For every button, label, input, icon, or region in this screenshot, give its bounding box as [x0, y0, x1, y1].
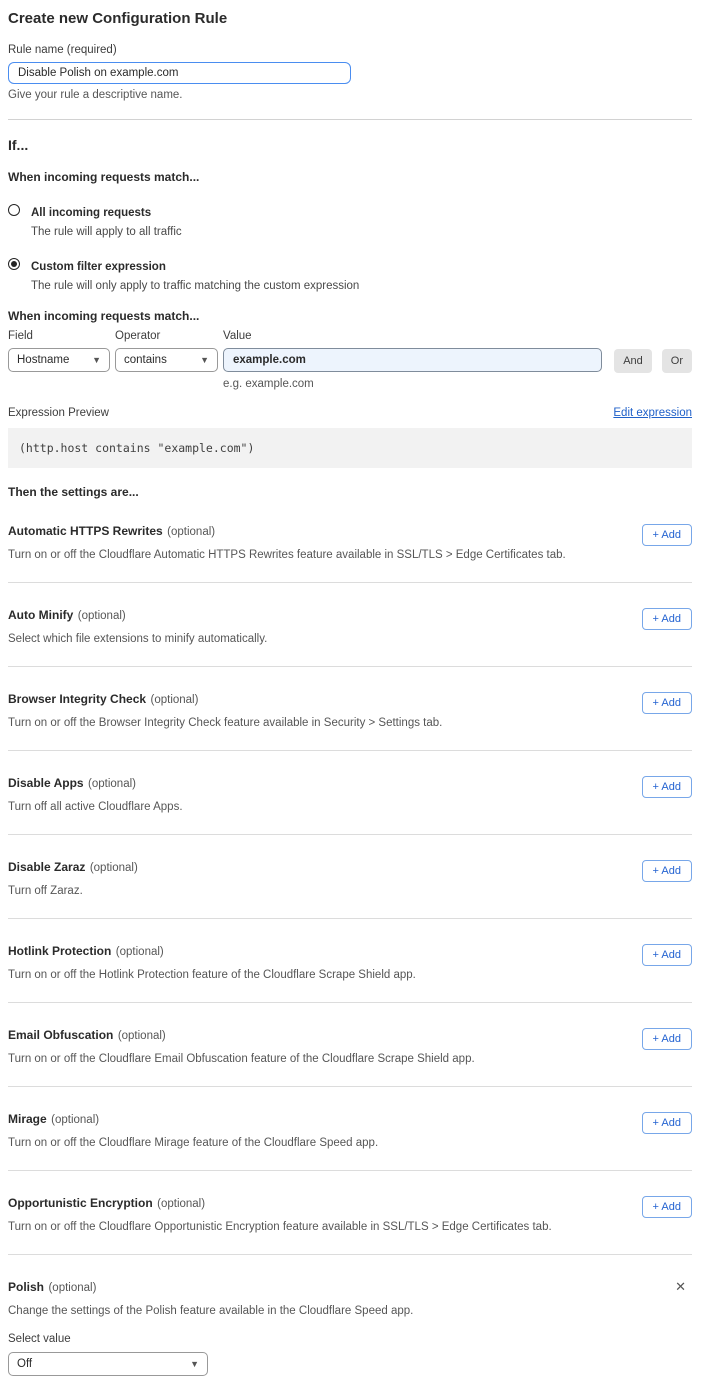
and-button[interactable]: And: [614, 349, 652, 373]
edit-expression-link[interactable]: Edit expression: [613, 407, 692, 419]
optional-tag: (optional): [157, 1198, 205, 1210]
radio-unselected-icon[interactable]: [8, 204, 20, 216]
setting-description: Turn on or off the Cloudflare Opportunis…: [8, 1221, 552, 1233]
add-button[interactable]: + Add: [642, 860, 692, 882]
setting-description: Change the settings of the Polish featur…: [8, 1305, 692, 1317]
add-button[interactable]: + Add: [642, 1196, 692, 1218]
optional-tag: (optional): [118, 1030, 166, 1042]
radio-custom-filter-expression[interactable]: Custom filter expression The rule will o…: [8, 257, 692, 292]
chevron-down-icon: ▼: [200, 356, 209, 365]
section-divider: [8, 119, 692, 120]
add-button[interactable]: + Add: [642, 944, 692, 966]
setting-row-opportunistic-encryption: Opportunistic Encryption (optional) Turn…: [8, 1171, 692, 1255]
setting-row-disable-apps: Disable Apps (optional) Turn off all act…: [8, 751, 692, 835]
rule-name-label: Rule name (required): [8, 44, 692, 56]
create-configuration-rule-page: Create new Configuration Rule Rule name …: [0, 0, 705, 1376]
setting-title: Automatic HTTPS Rewrites: [8, 524, 163, 538]
setting-description: Select which file extensions to minify a…: [8, 633, 267, 645]
optional-tag: (optional): [167, 526, 215, 538]
radio-description: The rule will apply to all traffic: [31, 226, 182, 238]
optional-tag: (optional): [48, 1282, 96, 1294]
select-value-label: Select value: [8, 1333, 692, 1345]
matcher-subhead: When incoming requests match...: [8, 309, 692, 323]
radio-label: All incoming requests: [31, 207, 151, 219]
setting-description: Turn on or off the Browser Integrity Che…: [8, 717, 442, 729]
or-button[interactable]: Or: [662, 349, 692, 373]
setting-description: Turn on or off the Cloudflare Mirage fea…: [8, 1137, 378, 1149]
chevron-down-icon: ▼: [92, 356, 101, 365]
operator-select-value: contains: [124, 354, 167, 366]
add-button[interactable]: + Add: [642, 1112, 692, 1134]
add-button[interactable]: + Add: [642, 608, 692, 630]
optional-tag: (optional): [151, 694, 199, 706]
matcher-row: Field Hostname ▼ Operator contains ▼ Val…: [8, 330, 692, 390]
value-help: e.g. example.com: [223, 378, 602, 390]
field-select-value: Hostname: [17, 354, 69, 366]
rule-name-input[interactable]: [8, 62, 351, 84]
then-settings-heading: Then the settings are...: [8, 485, 692, 499]
setting-row-disable-zaraz: Disable Zaraz (optional) Turn off Zaraz.…: [8, 835, 692, 919]
setting-title: Disable Apps: [8, 776, 84, 790]
add-button[interactable]: + Add: [642, 776, 692, 798]
setting-title: Disable Zaraz: [8, 860, 85, 874]
setting-title: Hotlink Protection: [8, 944, 111, 958]
setting-title: Opportunistic Encryption: [8, 1196, 153, 1210]
incoming-requests-subhead: When incoming requests match...: [8, 170, 692, 184]
setting-description: Turn on or off the Hotlink Protection fe…: [8, 969, 416, 981]
radio-selected-icon[interactable]: [8, 258, 20, 270]
setting-row-mirage: Mirage (optional) Turn on or off the Clo…: [8, 1087, 692, 1171]
setting-description: Turn off Zaraz.: [8, 885, 138, 897]
operator-label: Operator: [115, 330, 218, 342]
chevron-down-icon: ▼: [190, 1360, 199, 1369]
operator-select[interactable]: contains ▼: [115, 348, 218, 372]
radio-label: Custom filter expression: [31, 261, 166, 273]
setting-description: Turn off all active Cloudflare Apps.: [8, 801, 183, 813]
radio-all-incoming-requests[interactable]: All incoming requests The rule will appl…: [8, 203, 692, 238]
optional-tag: (optional): [116, 946, 164, 958]
radio-description: The rule will only apply to traffic matc…: [31, 280, 359, 292]
close-icon[interactable]: ✕: [671, 1278, 690, 1295]
add-button[interactable]: + Add: [642, 524, 692, 546]
polish-select-value: Off: [17, 1358, 32, 1370]
setting-row-automatic-https-rewrites: Automatic HTTPS Rewrites (optional) Turn…: [8, 499, 692, 583]
setting-description: Turn on or off the Cloudflare Automatic …: [8, 549, 566, 561]
setting-title: Browser Integrity Check: [8, 692, 146, 706]
setting-title: Mirage: [8, 1112, 47, 1126]
setting-row-email-obfuscation: Email Obfuscation (optional) Turn on or …: [8, 1003, 692, 1087]
setting-title: Email Obfuscation: [8, 1028, 113, 1042]
if-heading: If...: [8, 137, 692, 153]
setting-title: Polish: [8, 1280, 44, 1294]
field-select[interactable]: Hostname ▼: [8, 348, 110, 372]
optional-tag: (optional): [90, 862, 138, 874]
value-label: Value: [223, 330, 602, 342]
page-title: Create new Configuration Rule: [8, 10, 692, 27]
expression-preview-label: Expression Preview: [8, 407, 109, 419]
setting-row-polish: Polish (optional) ✕ Change the settings …: [8, 1255, 692, 1376]
optional-tag: (optional): [51, 1114, 99, 1126]
value-input[interactable]: [223, 348, 602, 372]
field-label: Field: [8, 330, 110, 342]
setting-row-auto-minify: Auto Minify (optional) Select which file…: [8, 583, 692, 667]
add-button[interactable]: + Add: [642, 692, 692, 714]
rule-name-help: Give your rule a descriptive name.: [8, 89, 692, 101]
optional-tag: (optional): [78, 610, 126, 622]
polish-value-select[interactable]: Off ▼: [8, 1352, 208, 1376]
setting-row-hotlink-protection: Hotlink Protection (optional) Turn on or…: [8, 919, 692, 1003]
setting-description: Turn on or off the Cloudflare Email Obfu…: [8, 1053, 475, 1065]
setting-title: Auto Minify: [8, 608, 73, 622]
expression-code: (http.host contains "example.com"): [8, 428, 692, 468]
add-button[interactable]: + Add: [642, 1028, 692, 1050]
optional-tag: (optional): [88, 778, 136, 790]
setting-row-browser-integrity-check: Browser Integrity Check (optional) Turn …: [8, 667, 692, 751]
